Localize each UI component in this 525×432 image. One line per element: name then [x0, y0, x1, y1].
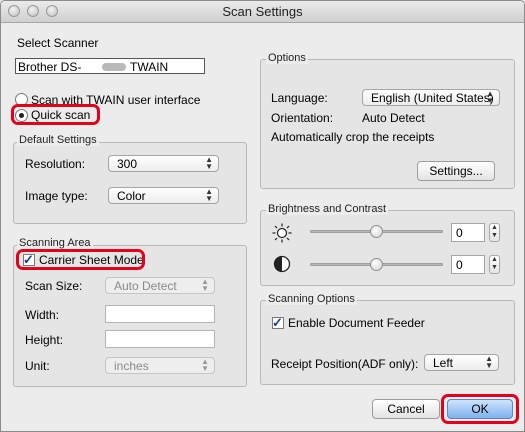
language-select[interactable]: English (United States) ▲ ▼ — [362, 89, 500, 106]
unit-label: Unit: — [25, 359, 50, 373]
width-input[interactable] — [105, 305, 215, 323]
scan-size-select[interactable]: Auto Detect ▲ ▼ — [105, 277, 215, 294]
receipt-position-label: Receipt Position(ADF only): — [271, 357, 419, 371]
language-value: English (United States) — [371, 91, 494, 105]
receipt-position-value: Left — [433, 356, 454, 370]
resolution-select[interactable]: 300 ▲ ▼ — [108, 155, 219, 172]
doc-feeder-checkbox[interactable]: ✓ — [272, 316, 284, 329]
carrier-sheet-highlight — [16, 249, 145, 270]
scan-size-value: Auto Detect — [114, 279, 177, 293]
redacted-model-blur — [102, 63, 126, 71]
language-label: Language: — [271, 91, 328, 105]
image-type-label: Image type: — [25, 189, 88, 203]
updown-arrows-icon: ▲ ▼ — [201, 357, 209, 373]
resolution-label: Resolution: — [25, 157, 86, 171]
contrast-stepper[interactable]: ▲ ▼ — [489, 255, 500, 274]
brightness-contrast-title: Brightness and Contrast — [266, 203, 389, 215]
quick-scan-highlight — [11, 104, 100, 125]
cancel-button[interactable]: Cancel — [372, 399, 440, 419]
brightness-contrast-group — [260, 210, 515, 286]
scanning-area-title: Scanning Area — [17, 237, 93, 249]
unit-value: inches — [114, 359, 149, 373]
updown-arrows-icon: ▲ ▼ — [205, 187, 213, 203]
default-settings-title: Default Settings — [17, 134, 99, 146]
window-title: Scan Settings — [222, 4, 303, 19]
brightness-value[interactable]: 0 — [451, 223, 485, 242]
select-scanner-label: Select Scanner — [17, 36, 99, 50]
brightness-sun-icon — [272, 223, 292, 243]
updown-arrows-icon: ▲ ▼ — [486, 89, 494, 105]
options-title: Options — [266, 52, 308, 64]
settings-button[interactable]: Settings... — [417, 161, 495, 181]
updown-arrows-icon: ▲ ▼ — [485, 354, 493, 370]
scanner-model-text: Brother DS- — [18, 60, 82, 74]
image-type-select[interactable]: Color ▲ ▼ — [108, 187, 219, 204]
orientation-label: Orientation: — [271, 111, 334, 125]
brightness-slider-knob[interactable] — [370, 225, 383, 238]
unit-select[interactable]: inches ▲ ▼ — [105, 357, 215, 374]
orientation-value: Auto Detect — [362, 111, 425, 125]
scanning-options-title: Scanning Options — [266, 293, 357, 305]
scan-settings-window: Scan Settings Select Scanner Brother DS-… — [0, 0, 525, 432]
updown-arrows-icon: ▲ ▼ — [201, 277, 209, 293]
brightness-stepper[interactable]: ▲ ▼ — [489, 223, 500, 242]
contrast-icon — [273, 255, 291, 273]
image-type-value: Color — [117, 189, 146, 203]
doc-feeder-label[interactable]: Enable Document Feeder — [288, 316, 425, 330]
resolution-value: 300 — [117, 157, 138, 171]
width-label: Width: — [25, 308, 60, 322]
scanner-suffix-text: TWAIN — [130, 60, 169, 74]
receipt-position-select[interactable]: Left ▲ ▼ — [424, 354, 499, 371]
updown-arrows-icon: ▲ ▼ — [205, 155, 213, 171]
title-bar: Scan Settings — [1, 1, 524, 23]
height-label: Height: — [25, 333, 64, 347]
ok-highlight — [441, 394, 519, 424]
scan-size-label: Scan Size: — [25, 279, 83, 293]
scanner-name-field[interactable]: Brother DS- TWAIN — [15, 58, 205, 74]
scanning-options-group — [260, 300, 515, 385]
contrast-slider-knob[interactable] — [370, 258, 383, 271]
contrast-value[interactable]: 0 — [451, 255, 485, 274]
height-input[interactable] — [105, 330, 215, 348]
auto-crop-label: Automatically crop the receipts — [271, 130, 435, 144]
